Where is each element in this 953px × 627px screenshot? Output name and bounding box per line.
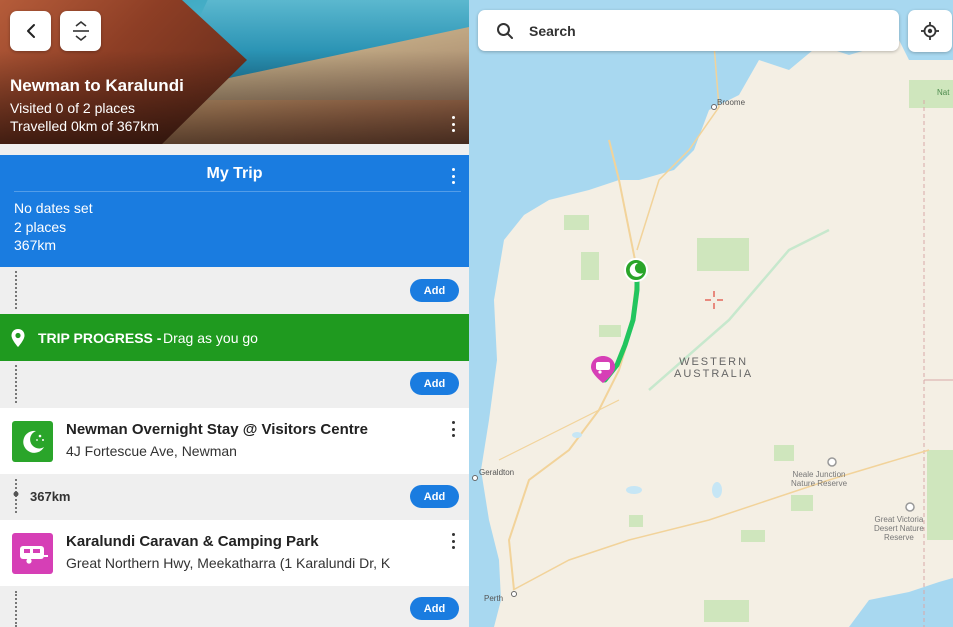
place-more-icon[interactable] xyxy=(447,420,459,438)
my-trip-title: My Trip xyxy=(206,165,263,182)
newman-marker-icon xyxy=(624,258,648,282)
trip-progress-label: TRIP PROGRESS - xyxy=(38,330,162,346)
map-label-neale-junction: Neale Junction Nature Reserve xyxy=(791,470,848,488)
location-pin-icon xyxy=(11,329,25,347)
add-button[interactable]: Add xyxy=(410,597,459,620)
map-label-region: WESTERN AUSTRALIA xyxy=(674,356,754,380)
add-button[interactable]: Add xyxy=(410,279,459,302)
chevron-left-icon xyxy=(26,24,35,38)
divider xyxy=(14,191,461,192)
leg-dot-icon xyxy=(13,491,19,497)
search-icon xyxy=(497,23,513,39)
visited-count: Visited 0 of 2 places xyxy=(10,100,136,116)
collapse-expand-button[interactable] xyxy=(60,11,101,51)
trip-hero-image: Newman to Karalundi Visited 0 of 2 place… xyxy=(0,0,469,144)
map-label-geraldton: Geraldton xyxy=(479,468,515,477)
search-input[interactable]: Search xyxy=(529,23,576,39)
locate-icon xyxy=(921,22,939,40)
moon-stars-icon xyxy=(12,421,53,462)
place-name: Karalundi Caravan & Camping Park xyxy=(66,533,319,550)
map-label-broome: Broome xyxy=(717,98,746,107)
my-trip-card[interactable]: My Trip No dates set 2 places 367km xyxy=(0,155,469,267)
trip-place-count: 2 places xyxy=(14,219,67,235)
place-address: Great Northern Hwy, Meekatharra (1 Karal… xyxy=(66,555,391,571)
expand-collapse-icon xyxy=(72,20,89,42)
trip-panel: Newman to Karalundi Visited 0 of 2 place… xyxy=(0,0,469,627)
place-address: 4J Fortescue Ave, Newman xyxy=(66,443,237,459)
route-connector xyxy=(15,365,17,403)
leg-distance: 367km xyxy=(30,489,71,504)
trip-distance: 367km xyxy=(14,237,57,253)
search-bar[interactable]: Search xyxy=(478,10,899,51)
hero-more-icon[interactable] xyxy=(446,114,460,134)
place-name: Newman Overnight Stay @ Visitors Centre xyxy=(66,421,368,438)
travelled-distance: Travelled 0km of 367km xyxy=(10,118,159,134)
karalundi-marker-icon xyxy=(591,356,615,383)
map-label-nat: Nat xyxy=(937,88,950,97)
trip-title: Newman to Karalundi xyxy=(10,76,184,95)
locate-me-button[interactable] xyxy=(908,10,952,52)
place-more-icon[interactable] xyxy=(447,532,459,550)
route-connector xyxy=(15,591,17,627)
back-button[interactable] xyxy=(10,11,51,51)
caravan-icon xyxy=(12,533,53,574)
trip-dates: No dates set xyxy=(14,200,93,216)
add-button[interactable]: Add xyxy=(410,372,459,395)
add-button[interactable]: Add xyxy=(410,485,459,508)
trip-progress-bar[interactable]: TRIP PROGRESS - Drag as you go xyxy=(0,314,469,361)
map-view[interactable]: Broome Geraldton Perth WESTERN AUSTRALIA… xyxy=(469,0,953,627)
map-label-great-victoria-desert: Great Victoria Desert Nature Reserve xyxy=(874,515,924,542)
route-connector xyxy=(15,271,17,309)
crosshair-icon xyxy=(705,291,723,309)
trip-more-icon[interactable] xyxy=(447,167,459,185)
place-item[interactable]: Karalundi Caravan & Camping Park Great N… xyxy=(0,520,469,586)
map-label-perth: Perth xyxy=(484,594,504,603)
place-item[interactable]: Newman Overnight Stay @ Visitors Centre … xyxy=(0,408,469,474)
trip-progress-hint: Drag as you go xyxy=(163,330,258,346)
